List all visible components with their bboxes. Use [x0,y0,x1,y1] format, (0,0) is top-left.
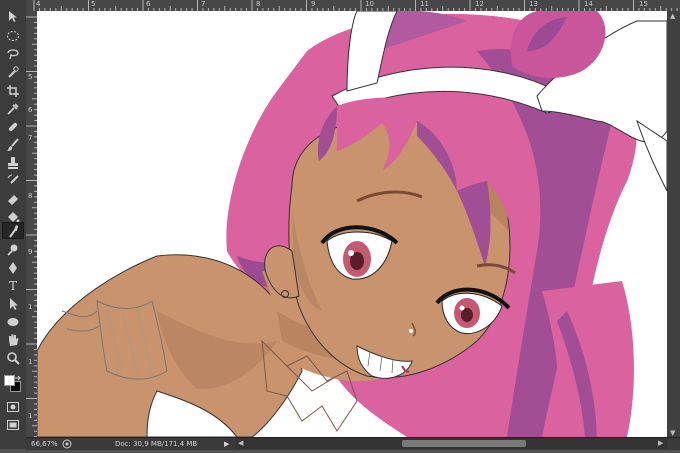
status-menu-icon[interactable] [62,439,72,449]
ruler-label: 9 [28,248,33,256]
ruler-label: 8 [256,0,261,8]
screen-mode-icon[interactable] [2,416,24,433]
spot-healing-tool-icon[interactable] [2,118,24,135]
foreground-color-swatch[interactable] [4,375,15,386]
ruler-label: 14 [584,0,593,8]
quick-mask-icon[interactable] [2,398,24,415]
ruler-label: 8 [28,192,33,200]
ruler-label: 7 [28,134,33,142]
horizontal-ruler-ticks [33,0,678,11]
ruler-label: 15 [639,0,648,8]
dodge-tool-icon[interactable] [2,241,24,258]
vertical-scrollbar[interactable]: ▲ ▼ [667,11,680,437]
ruler-label: 1 [28,412,33,420]
horizontal-scrollbar[interactable]: ◀ ▶ [236,438,667,449]
scroll-left-icon[interactable]: ◀ [238,439,243,447]
ruler-label: 4 [36,0,41,8]
brush-tool-icon[interactable] [2,136,24,153]
tools-panel: T [0,0,27,449]
ruler-label: 1 [28,303,33,311]
anime-girl-artwork [37,11,667,437]
eyedropper-tool-icon[interactable] [2,100,24,117]
ruler-label: 10 [365,0,374,8]
document-info: Doc: 30,9 MB/171,4 MB [115,440,198,448]
scroll-up-icon[interactable]: ▲ [670,12,675,20]
document-canvas[interactable] [37,11,667,437]
ruler-label: 12 [475,0,484,8]
eraser-tool-icon[interactable] [2,190,24,207]
quick-selection-tool-icon[interactable] [2,63,24,80]
ruler-label: 6 [28,106,33,114]
hand-tool-icon[interactable] [2,331,24,348]
scroll-down-icon[interactable]: ▼ [670,429,675,437]
move-tool-icon[interactable] [2,8,24,25]
ruler-label: 6 [146,0,151,8]
ruler-label: 11 [420,0,429,8]
smudge-tool-icon[interactable] [2,222,24,239]
ruler-label: 9 [311,0,316,8]
ruler-label: 5 [28,73,33,81]
ellipse-tool-icon[interactable] [2,313,24,330]
path-selection-tool-icon[interactable] [2,295,24,312]
scroll-right-icon[interactable]: ▶ [658,439,663,447]
marquee-tool-icon[interactable] [2,27,24,44]
ruler-label: 7 [201,0,206,8]
ruler-label: 13 [529,0,538,8]
crop-tool-icon[interactable] [2,82,24,99]
status-arrow-icon[interactable]: ▶ [224,438,229,450]
history-brush-tool-icon[interactable] [2,172,24,189]
type-tool-icon[interactable]: T [2,277,24,294]
zoom-level[interactable]: 66,67% [31,438,58,450]
zoom-tool-icon[interactable] [2,349,24,366]
pen-tool-icon[interactable] [2,259,24,276]
horizontal-scroll-thumb[interactable] [402,440,526,447]
clone-stamp-tool-icon[interactable] [2,154,24,171]
swap-colors-icon[interactable] [4,366,22,381]
ruler-label: 5 [91,0,96,8]
ruler-label: 1 [28,358,33,366]
lasso-tool-icon[interactable] [2,45,24,62]
